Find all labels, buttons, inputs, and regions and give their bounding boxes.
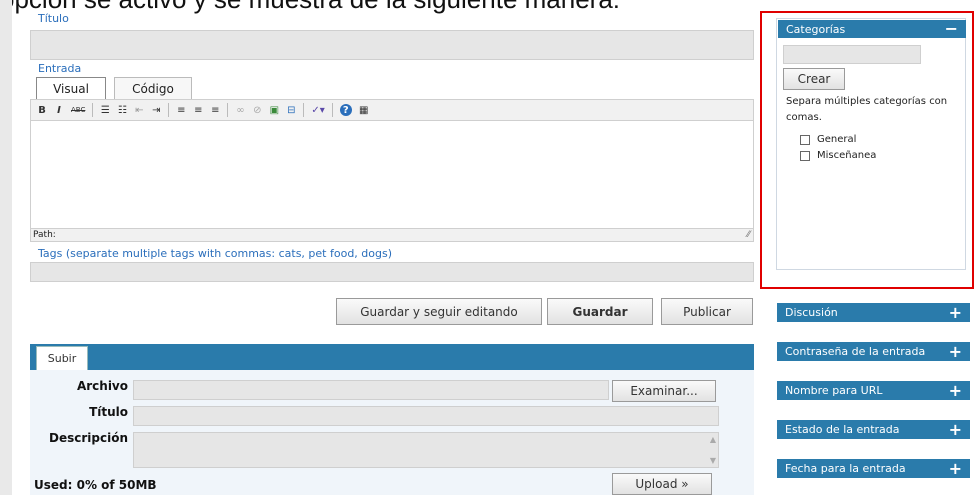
browse-button[interactable]: Examinar... bbox=[612, 380, 716, 402]
spellcheck-icon[interactable]: ✓▾ bbox=[311, 103, 324, 117]
toolbar-separator bbox=[331, 103, 333, 117]
expand-icon[interactable]: + bbox=[949, 382, 962, 399]
upload-title-label: Título bbox=[89, 405, 128, 419]
strikethrough-icon[interactable]: ABC bbox=[71, 103, 85, 117]
editor-path-bar: Path: ⁄⁄ bbox=[30, 228, 754, 242]
upload-button[interactable]: Upload » bbox=[612, 473, 712, 495]
align-left-icon[interactable]: ≡ bbox=[176, 103, 186, 117]
description-textarea[interactable]: ▲ ▼ bbox=[133, 432, 719, 468]
help-icon[interactable]: ? bbox=[339, 104, 352, 116]
panel-slug-label: Nombre para URL bbox=[785, 384, 883, 397]
toolbar-separator bbox=[168, 103, 170, 117]
entry-label: Entrada bbox=[38, 62, 82, 75]
italic-icon[interactable]: I bbox=[54, 103, 64, 117]
tab-code[interactable]: Código bbox=[114, 77, 192, 99]
path-label: Path: bbox=[33, 230, 56, 240]
highlight-box bbox=[760, 11, 974, 289]
title-input[interactable] bbox=[30, 30, 754, 60]
scroll-down-icon[interactable]: ▼ bbox=[710, 456, 716, 465]
panel-date[interactable]: Fecha para la entrada + bbox=[777, 459, 970, 478]
bold-icon[interactable]: B bbox=[37, 103, 47, 117]
bulleted-list-icon[interactable]: ☰ bbox=[100, 103, 110, 117]
expand-icon[interactable]: + bbox=[949, 304, 962, 321]
unlink-icon[interactable]: ⊘ bbox=[252, 103, 262, 117]
expand-icon[interactable]: + bbox=[949, 343, 962, 360]
toolbar-separator bbox=[92, 103, 94, 117]
storage-used-text: Used: 0% of 50MB bbox=[34, 478, 157, 492]
indent-icon[interactable]: ⇥ bbox=[151, 103, 161, 117]
publish-button[interactable]: Publicar bbox=[661, 298, 753, 325]
tags-label: Tags (separate multiple tags with commas… bbox=[38, 247, 393, 260]
expand-icon[interactable]: + bbox=[949, 421, 962, 438]
tab-upload[interactable]: Subir bbox=[36, 346, 88, 370]
toolbar-separator bbox=[227, 103, 229, 117]
upload-header-bar bbox=[30, 344, 754, 370]
panel-slug[interactable]: Nombre para URL + bbox=[777, 381, 970, 400]
panel-date-label: Fecha para la entrada bbox=[785, 462, 906, 475]
scroll-up-icon[interactable]: ▲ bbox=[710, 435, 716, 444]
resize-handle-icon[interactable]: ⁄⁄ bbox=[747, 229, 750, 241]
save-continue-button[interactable]: Guardar y seguir editando bbox=[336, 298, 542, 325]
expand-icon[interactable]: + bbox=[949, 460, 962, 477]
panel-password-label: Contraseña de la entrada bbox=[785, 345, 926, 358]
panel-password[interactable]: Contraseña de la entrada + bbox=[777, 342, 970, 361]
caption-text: opción se activó y se muestra de la sigu… bbox=[0, 0, 620, 15]
file-input[interactable] bbox=[133, 380, 609, 400]
link-icon[interactable]: ∞ bbox=[235, 103, 245, 117]
outdent-icon[interactable]: ⇤ bbox=[134, 103, 144, 117]
align-right-icon[interactable]: ≡ bbox=[210, 103, 220, 117]
tab-visual[interactable]: Visual bbox=[36, 77, 106, 99]
file-label: Archivo bbox=[76, 379, 128, 393]
editor-toolbar: B I ABC ☰ ☷ ⇤ ⇥ ≡ ≡ ≡ ∞ ⊘ ▣ ⊟ ✓▾ ? ▦ bbox=[30, 99, 754, 121]
panel-status[interactable]: Estado de la entrada + bbox=[777, 420, 970, 439]
numbered-list-icon[interactable]: ☷ bbox=[117, 103, 127, 117]
panel-status-label: Estado de la entrada bbox=[785, 423, 900, 436]
more-icon[interactable]: ⊟ bbox=[286, 103, 296, 117]
upload-title-input[interactable] bbox=[133, 406, 719, 426]
editor-content-area[interactable] bbox=[30, 121, 754, 229]
align-center-icon[interactable]: ≡ bbox=[193, 103, 203, 117]
panel-discussion-label: Discusión bbox=[785, 306, 838, 319]
toolbar-separator bbox=[303, 103, 305, 117]
tags-input[interactable] bbox=[30, 262, 754, 282]
left-edge bbox=[0, 0, 12, 495]
title-label: Título bbox=[38, 12, 69, 25]
save-button[interactable]: Guardar bbox=[547, 298, 653, 325]
description-label: Descripción bbox=[49, 431, 128, 445]
kitchen-sink-icon[interactable]: ▦ bbox=[359, 103, 369, 117]
panel-discussion[interactable]: Discusión + bbox=[777, 303, 970, 322]
image-icon[interactable]: ▣ bbox=[269, 103, 279, 117]
